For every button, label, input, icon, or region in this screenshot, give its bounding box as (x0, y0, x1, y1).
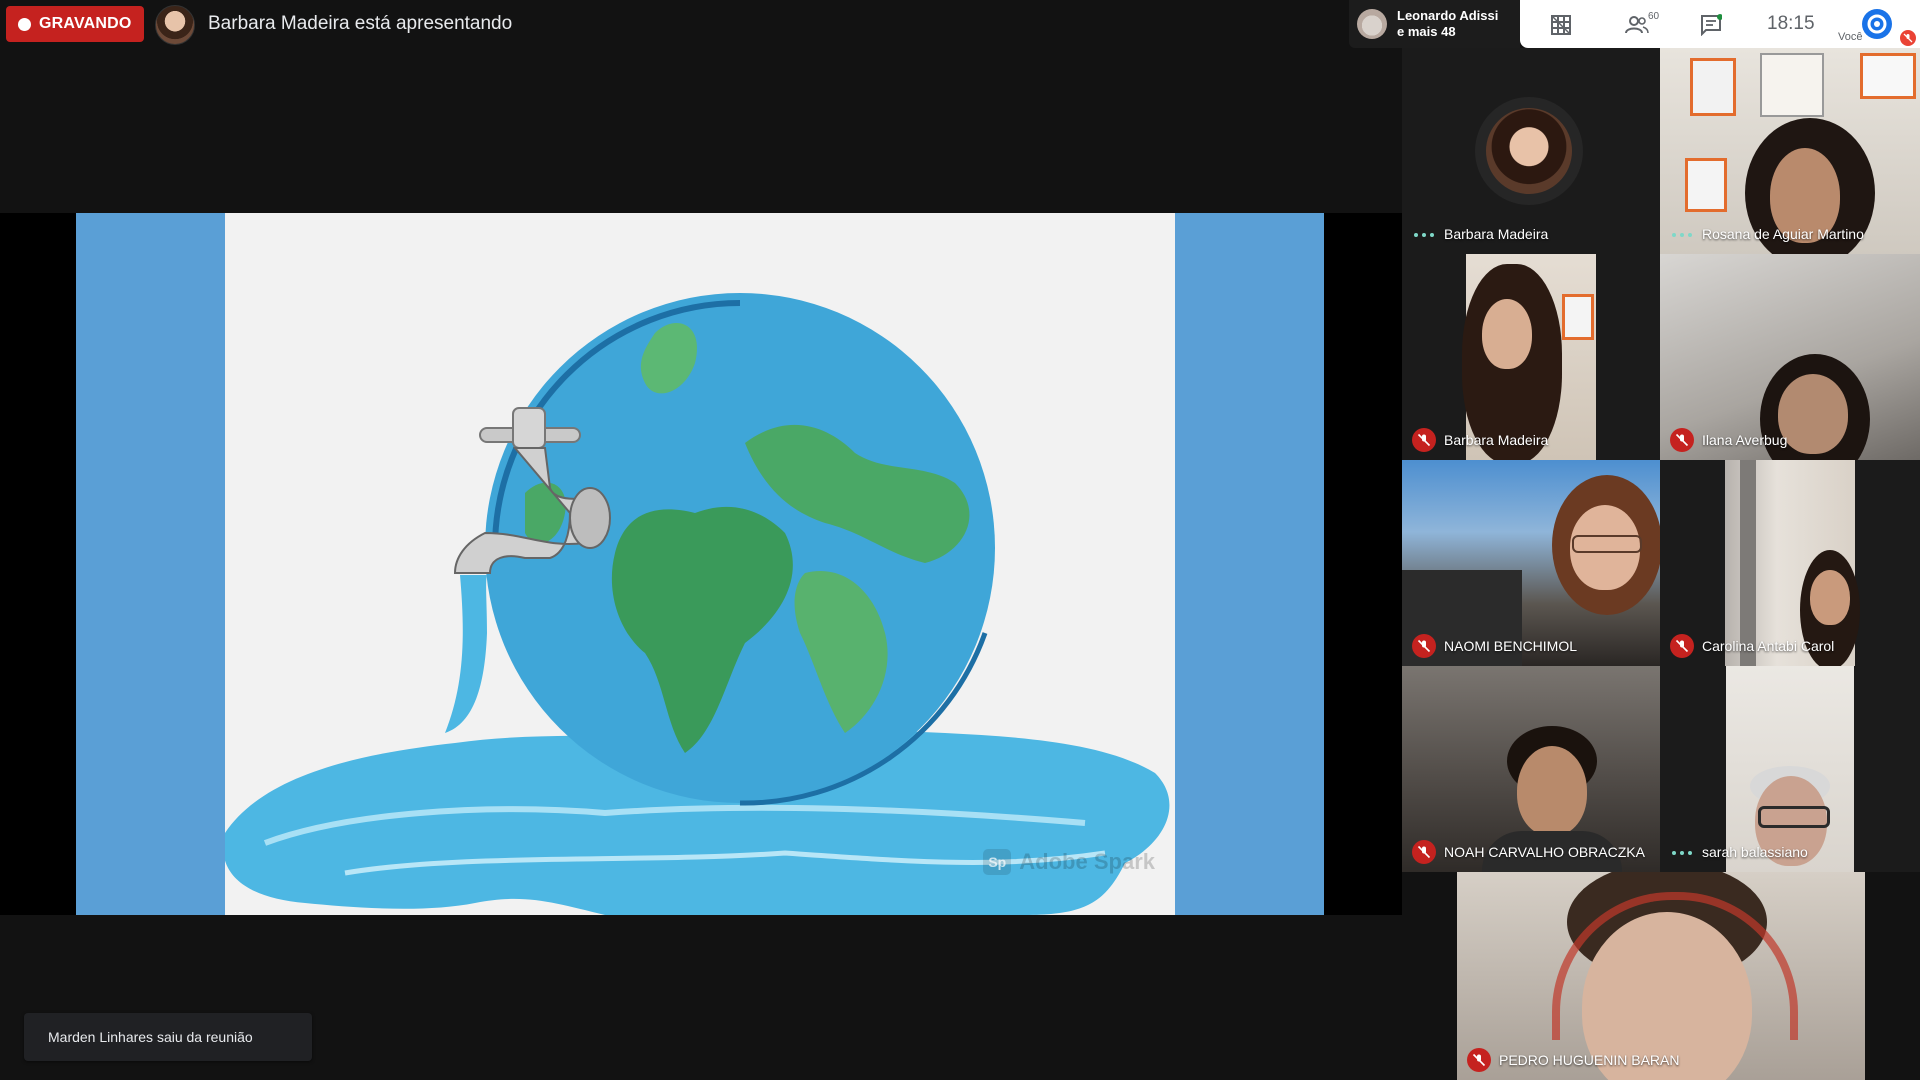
participant-name: Ilana Averbug (1702, 432, 1788, 448)
wall-drawing (1690, 58, 1736, 116)
mic-off-icon (1472, 1053, 1486, 1067)
speaking-indicator-icon (1672, 230, 1692, 240)
participant-tile[interactable]: NAOMI BENCHIMOL (1402, 460, 1660, 666)
wall-drawing (1760, 53, 1824, 117)
person-face (1517, 746, 1587, 836)
participant-name: Rosana de Aguiar Martino (1702, 226, 1864, 242)
others-chip[interactable]: Leonardo Adissi e mais 48 (1349, 0, 1520, 48)
recording-label: GRAVANDO (39, 15, 132, 32)
presenter-avatar (155, 5, 195, 45)
participant-tile[interactable]: Barbara Madeira (1402, 48, 1660, 254)
mic-off-icon (1417, 433, 1431, 447)
participant-name: Carolina Antabi Carol (1702, 638, 1835, 654)
participants-count: 60 (1648, 11, 1660, 22)
mic-off-badge (1412, 428, 1436, 452)
adobe-spark-logo: Sp (983, 849, 1012, 875)
participant-tile[interactable]: Barbara Madeira (1402, 254, 1660, 460)
clock-time: 18:15 (1767, 13, 1815, 34)
others-text: Leonardo Adissi e mais 48 (1397, 8, 1498, 40)
mic-off-badge (1412, 840, 1436, 864)
participant-tile[interactable]: NOAH CARVALHO OBRACZKA (1402, 666, 1660, 872)
person-face (1810, 570, 1850, 625)
participant-name: Barbara Madeira (1444, 226, 1549, 242)
participant-tile[interactable]: PEDRO HUGUENIN BARAN (1457, 872, 1865, 1080)
recording-badge[interactable]: GRAVANDO (6, 6, 144, 42)
chat-button[interactable] (1698, 12, 1724, 38)
participant-tile[interactable]: Carolina Antabi Carol (1660, 460, 1920, 666)
mic-off-badge (1670, 634, 1694, 658)
glasses (1758, 806, 1830, 828)
people-icon (1625, 16, 1649, 34)
wall-drawing (1562, 294, 1594, 340)
you-label: Você (1838, 31, 1863, 43)
earth-faucet-illustration (225, 293, 1170, 915)
others-name: Leonardo Adissi (1397, 8, 1499, 23)
adobe-spark-watermark: Sp Adobe Spark (983, 849, 1155, 875)
mic-off-badge (1670, 428, 1694, 452)
self-mic-off-badge (1900, 30, 1916, 46)
wall-drawing (1685, 158, 1727, 212)
presenter-label: Barbara Madeira está apresentando (208, 13, 513, 34)
participant-name: NOAH CARVALHO OBRACZKA (1444, 844, 1645, 860)
watermark-text: Adobe Spark (1019, 849, 1155, 874)
mic-off-icon (1675, 639, 1689, 653)
grid-layout-icon (1551, 15, 1571, 35)
participant-tile[interactable]: Rosana de Aguiar Martino (1660, 48, 1920, 254)
mic-off-icon (1903, 33, 1913, 43)
mic-off-icon (1675, 433, 1689, 447)
participants-button[interactable] (1624, 12, 1650, 38)
speaking-indicator-icon (1672, 848, 1692, 858)
glasses (1572, 535, 1642, 553)
others-avatar (1357, 9, 1387, 39)
participant-tile[interactable]: sarah balassiano (1660, 666, 1920, 872)
participant-name: Barbara Madeira (1444, 432, 1549, 448)
notification-toast: Marden Linhares saiu da reunião (24, 1013, 312, 1061)
recording-dot-icon (18, 17, 31, 31)
mic-off-badge (1412, 634, 1436, 658)
participant-name: sarah balassiano (1702, 844, 1808, 860)
self-view-avatar[interactable] (1862, 9, 1892, 39)
participant-name: PEDRO HUGUENIN BARAN (1499, 1052, 1680, 1068)
presentation-slide: Sp Adobe Spark (76, 213, 1324, 915)
slide-image: Sp Adobe Spark (225, 213, 1175, 915)
others-more: e mais 48 (1397, 24, 1456, 39)
avatar (1486, 108, 1572, 194)
mic-off-icon (1417, 845, 1431, 859)
chat-icon (1701, 14, 1722, 36)
toast-message: Marden Linhares saiu da reunião (48, 1029, 253, 1045)
layout-grid-button[interactable] (1548, 12, 1574, 38)
person-face (1482, 299, 1532, 369)
mic-off-badge (1467, 1048, 1491, 1072)
self-avatar-icon (1867, 14, 1887, 34)
participant-tile[interactable]: Ilana Averbug (1660, 254, 1920, 460)
speaking-indicator-icon (1414, 230, 1434, 240)
person-face (1778, 374, 1848, 454)
participant-name: NAOMI BENCHIMOL (1444, 638, 1578, 654)
mic-off-icon (1417, 639, 1431, 653)
wall-drawing (1860, 53, 1916, 99)
door-frame (1740, 460, 1756, 666)
